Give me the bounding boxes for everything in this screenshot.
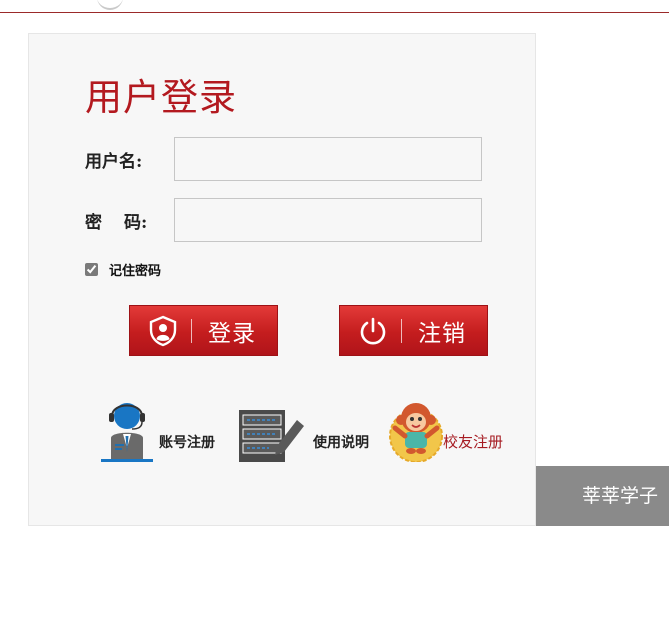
password-input[interactable] (174, 198, 482, 242)
logout-button-separator (401, 318, 402, 343)
monkey-mascot-icon (383, 398, 443, 463)
manual-link[interactable]: 使用说明 (237, 398, 369, 462)
register-link-label: 账号注册 (159, 435, 215, 451)
login-button[interactable]: 登录 (129, 305, 278, 356)
password-label-part-1: 密 (85, 213, 102, 233)
remember-password-checkbox[interactable] (85, 263, 98, 276)
logout-button-label: 注销 (418, 320, 466, 347)
alumni-link[interactable]: 校友注册 (383, 398, 504, 463)
side-banner[interactable]: 莘莘学子 (536, 466, 669, 526)
register-link[interactable]: 账号注册 (101, 398, 215, 462)
login-button-label: 登录 (208, 320, 256, 347)
logout-button[interactable]: 注销 (339, 305, 488, 356)
side-banner-text: 莘莘学子 (582, 485, 659, 507)
page-title: 用户登录 (85, 76, 237, 119)
shield-user-icon (147, 315, 179, 347)
power-icon (357, 315, 389, 347)
password-label: 密 码: (85, 208, 147, 233)
manual-link-label: 使用说明 (313, 435, 369, 451)
username-input[interactable] (174, 137, 482, 181)
remember-password-label: 记住密码 (109, 264, 162, 279)
login-panel: 用户登录 用户名: 密 码: 记住密码 登录 注销 账号注册 使用说明 校友注册 (28, 33, 536, 526)
support-agent-icon (101, 398, 153, 462)
password-label-part-2: 码: (124, 213, 148, 233)
username-label: 用户名: (85, 152, 143, 172)
header-divider (0, 12, 669, 13)
header-logo-fragment (97, 0, 123, 10)
login-button-separator (191, 318, 192, 343)
document-edit-icon (237, 398, 304, 462)
remember-password[interactable]: 记住密码 (85, 260, 161, 279)
alumni-link-label: 校友注册 (443, 433, 504, 451)
